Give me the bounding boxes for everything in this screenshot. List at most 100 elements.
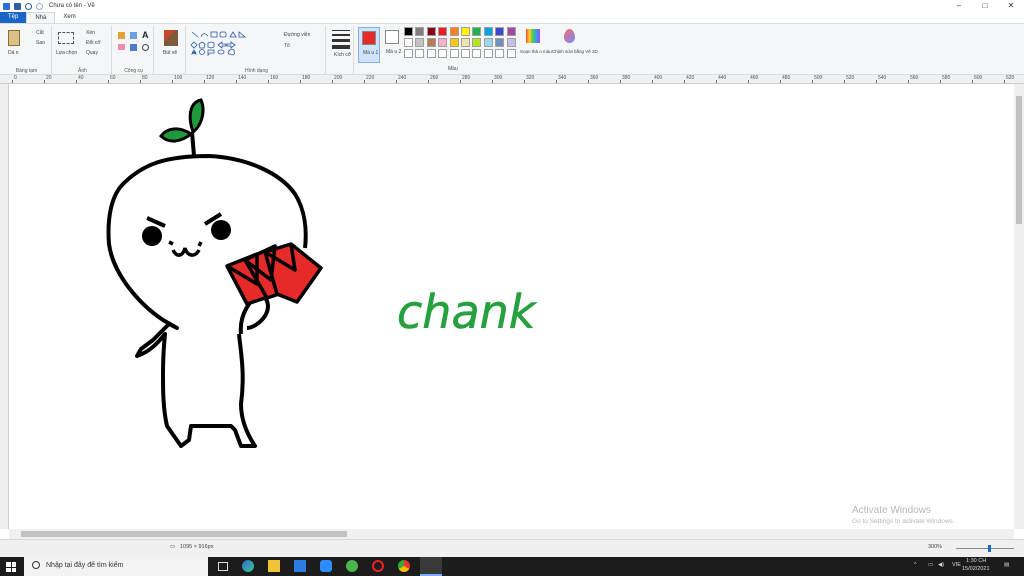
- color-picker-icon[interactable]: [130, 44, 137, 51]
- color1-button[interactable]: Mà u 1: [358, 27, 380, 63]
- horizontal-scroll-thumb[interactable]: [21, 531, 347, 537]
- paste-icon[interactable]: [8, 30, 20, 46]
- save-icon[interactable]: [14, 2, 21, 10]
- tab-view[interactable]: Xem: [55, 12, 83, 23]
- edit-colors-button[interactable]: Soạn thả o màu: [520, 27, 552, 63]
- undo-icon[interactable]: [25, 2, 32, 10]
- palette-swatch[interactable]: [415, 27, 425, 36]
- text-icon[interactable]: A: [142, 30, 149, 40]
- palette-swatch-empty[interactable]: [449, 49, 459, 58]
- ruler-tick-label: 360: [590, 75, 599, 81]
- palette-swatch[interactable]: [495, 27, 505, 36]
- palette-swatch[interactable]: [404, 27, 413, 36]
- language-indicator[interactable]: VIE: [952, 562, 961, 568]
- palette-swatch[interactable]: [449, 27, 459, 36]
- select-icon[interactable]: [58, 32, 74, 44]
- palette-swatch[interactable]: [426, 38, 436, 47]
- ruler-tick-label: 440: [718, 75, 727, 81]
- brush-icon[interactable]: [164, 30, 178, 46]
- palette-swatch[interactable]: [495, 38, 505, 47]
- pencil-icon[interactable]: [118, 32, 125, 39]
- size-lines-icon[interactable]: [332, 30, 350, 49]
- color1-label: Mà u 1: [363, 50, 379, 56]
- palette-swatch-empty[interactable]: [415, 49, 425, 58]
- task-view-icon[interactable]: [218, 562, 228, 571]
- close-button[interactable]: ✕: [998, 0, 1024, 12]
- edge-icon[interactable]: [242, 560, 254, 572]
- vertical-scroll-thumb[interactable]: [1016, 96, 1022, 224]
- palette-swatch-empty[interactable]: [495, 49, 505, 58]
- size-button[interactable]: Kích cỡ: [334, 52, 351, 58]
- horizontal-scrollbar[interactable]: [9, 529, 1014, 539]
- red-cards: [225, 242, 323, 306]
- zoom-slider[interactable]: [956, 545, 1014, 552]
- palette-swatch-empty[interactable]: [506, 49, 516, 58]
- network-icon[interactable]: ▭: [928, 562, 933, 568]
- ruler-tick-label: 400: [654, 75, 663, 81]
- palette-swatch[interactable]: [426, 27, 436, 36]
- palette-swatch-empty[interactable]: [461, 49, 470, 58]
- palette-swatch[interactable]: [506, 38, 516, 47]
- maximize-button[interactable]: □: [972, 0, 998, 12]
- palette-swatch[interactable]: [472, 27, 482, 36]
- opera-icon[interactable]: [372, 560, 384, 572]
- resize-button[interactable]: Đổi cỡ: [86, 40, 101, 46]
- paint3d-label: Chỉnh sửa bằng Vẽ 3D: [552, 49, 598, 54]
- rotate-button[interactable]: Quay: [86, 50, 98, 56]
- green-app-icon[interactable]: [346, 560, 358, 572]
- palette-swatch-empty[interactable]: [472, 49, 482, 58]
- zoom-slider-thumb[interactable]: [988, 545, 991, 552]
- palette-swatch[interactable]: [461, 38, 470, 47]
- palette-swatch[interactable]: [461, 27, 470, 36]
- crop-button[interactable]: Xén: [86, 30, 95, 36]
- palette-swatch[interactable]: [472, 38, 482, 47]
- eraser-icon[interactable]: [118, 44, 125, 50]
- file-explorer-icon[interactable]: [268, 560, 280, 572]
- copy-button[interactable]: Sao: [36, 40, 45, 46]
- paint-taskbar-icon[interactable]: [420, 557, 442, 576]
- palette-swatch[interactable]: [415, 38, 425, 47]
- fill-icon[interactable]: [130, 32, 137, 39]
- outline-dropdown[interactable]: Đường viền: [284, 32, 310, 38]
- mail-icon[interactable]: [294, 560, 306, 572]
- minimize-button[interactable]: –: [946, 0, 972, 12]
- start-button[interactable]: [6, 562, 16, 572]
- cut-button[interactable]: Cắt: [36, 30, 44, 36]
- ruler-tick: [364, 80, 365, 83]
- select-button[interactable]: Lựa chọn: [56, 50, 77, 56]
- tab-home[interactable]: Nhà: [26, 12, 56, 23]
- clock-time[interactable]: 1:30 CH: [966, 558, 986, 564]
- notifications-icon[interactable]: ▤: [1004, 562, 1009, 568]
- vertical-scrollbar[interactable]: [1014, 84, 1024, 529]
- color2-button[interactable]: Mà u 2: [382, 27, 402, 63]
- palette-swatch[interactable]: [506, 27, 516, 36]
- palette-swatch[interactable]: [483, 27, 493, 36]
- palette-swatch[interactable]: [449, 38, 459, 47]
- ruler-tick-label: 240: [398, 75, 407, 81]
- palette-swatch-empty[interactable]: [404, 49, 413, 58]
- tray-chevron-icon[interactable]: ^: [914, 562, 917, 568]
- fill-dropdown[interactable]: Tô: [284, 43, 290, 49]
- brushes-button[interactable]: Bút vẽ: [163, 50, 177, 56]
- shapes-gallery-icon[interactable]: [190, 30, 270, 56]
- taskbar-search[interactable]: Nhập tại đây để tìm kiếm: [24, 557, 208, 576]
- magnifier-icon[interactable]: [142, 44, 149, 51]
- chrome-icon[interactable]: [398, 560, 410, 572]
- zoom-app-icon[interactable]: [320, 560, 332, 572]
- clock-date[interactable]: 15/02/2021: [962, 566, 990, 572]
- tab-file[interactable]: Tệp: [0, 12, 27, 23]
- palette-swatch[interactable]: [438, 27, 448, 36]
- volume-icon[interactable]: ◀): [938, 562, 944, 568]
- shapes-group: Đường viền Tô Hình dạng: [188, 26, 326, 74]
- drawing-canvas[interactable]: chank: [9, 84, 1014, 529]
- palette-swatch[interactable]: [438, 38, 448, 47]
- palette-swatch-empty[interactable]: [483, 49, 493, 58]
- palette-swatch-empty[interactable]: [426, 49, 436, 58]
- palette-swatch-empty[interactable]: [438, 49, 448, 58]
- palette-swatch[interactable]: [483, 38, 493, 47]
- palette-swatch[interactable]: [404, 38, 413, 47]
- paint3d-button[interactable]: Chỉnh sửa bằng Vẽ 3D: [552, 27, 598, 63]
- paste-button[interactable]: Dá n: [8, 50, 19, 56]
- window-title: Chưa có tên - Vẽ: [49, 3, 95, 9]
- redo-icon[interactable]: [36, 2, 43, 10]
